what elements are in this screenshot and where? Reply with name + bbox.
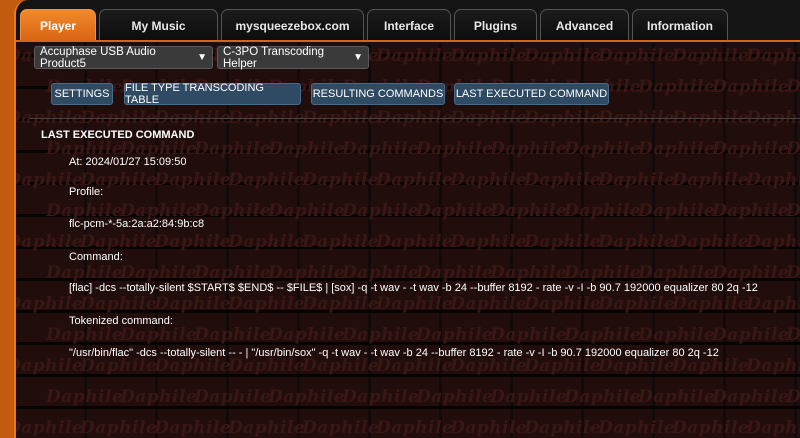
executed-at: At: 2024/01/27 15:09:50 [69, 156, 187, 168]
player-select-value: Accuphase USB Audio Product5 [40, 45, 156, 70]
plugin-select[interactable]: C-3PO Transcoding Helper ▼ [217, 45, 369, 70]
tab-my-music[interactable]: My Music [99, 9, 218, 41]
resulting-commands-button[interactable]: RESULTING COMMANDS [311, 83, 445, 105]
tab-information[interactable]: Information [632, 9, 728, 41]
plugin-select-value: C-3PO Transcoding Helper [223, 45, 324, 70]
profile-label: Profile: [69, 186, 104, 198]
tab-advanced[interactable]: Advanced [540, 9, 629, 41]
tab-interface[interactable]: Interface [367, 9, 451, 41]
section-heading: LAST EXECUTED COMMAND [41, 129, 195, 141]
command-value: [flac] -dcs --totally-silent $START$ $EN… [69, 282, 758, 294]
chevron-down-icon: ▼ [353, 52, 363, 63]
command-label: Command: [69, 251, 123, 263]
file-type-transcoding-table-button[interactable]: FILE TYPE TRANSCODING TABLE [124, 82, 301, 106]
tab-player[interactable]: Player [20, 9, 96, 41]
tokenized-value: "/usr/bin/flac" -dcs --totally-silent --… [69, 347, 719, 359]
player-select[interactable]: Accuphase USB Audio Product5 ▼ [34, 45, 213, 70]
section-divider [30, 118, 800, 119]
settings-button[interactable]: SETTINGS [51, 83, 113, 105]
last-executed-command-button[interactable]: LAST EXECUTED COMMAND [454, 83, 609, 105]
tokenized-label: Tokenized command: [69, 315, 173, 327]
main-tabs: Player My Music mysqueezebox.com Interfa… [20, 9, 731, 41]
tab-plugins[interactable]: Plugins [454, 9, 537, 41]
chevron-down-icon: ▼ [197, 52, 207, 63]
profile-value: flc-pcm-*-5a:2a:a2:84:9b:c8 [69, 218, 205, 230]
tab-mysqueezebox[interactable]: mysqueezebox.com [221, 9, 364, 41]
